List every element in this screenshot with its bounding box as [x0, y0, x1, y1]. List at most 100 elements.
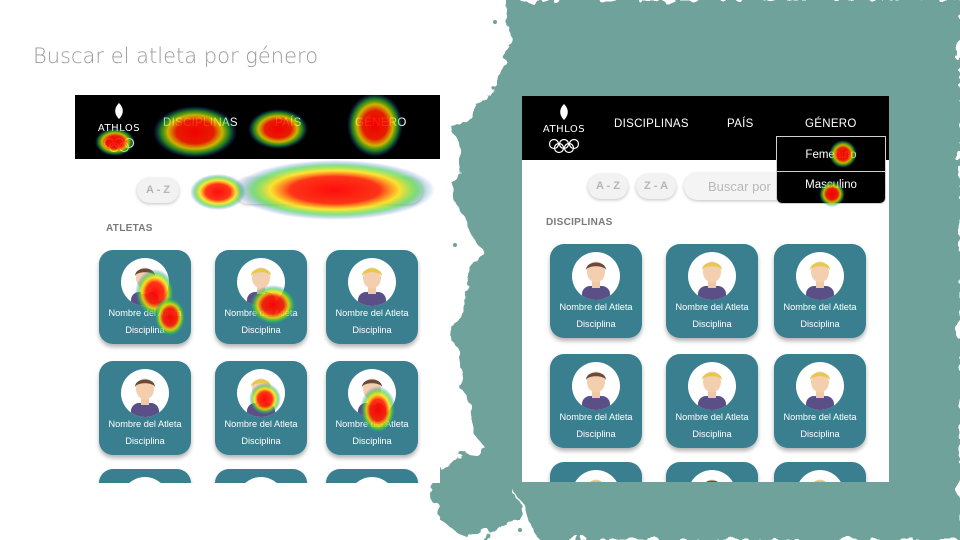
- logo-wordmark: ATHLOS: [542, 124, 586, 135]
- avatar: [796, 252, 844, 300]
- option-femenino[interactable]: Femenino: [777, 149, 885, 161]
- athlete-avatar-icon: [806, 261, 834, 300]
- avatar: [688, 252, 736, 300]
- avatar: [572, 362, 620, 410]
- athlete-avatar-icon: [582, 261, 610, 300]
- avatar: [121, 258, 169, 306]
- athlete-card[interactable]: Nombre del Atleta Disciplina: [99, 250, 191, 344]
- avatar: [796, 470, 844, 482]
- athlete-name: Nombre del Atleta: [108, 308, 182, 318]
- athlete-avatar-icon: [131, 267, 159, 306]
- avatar: [237, 369, 285, 417]
- athlete-card-partial[interactable]: [774, 462, 866, 482]
- athlete-card[interactable]: Nombre del Atleta Disciplina: [215, 361, 307, 455]
- athlete-discipline: Disciplina: [692, 429, 732, 439]
- avatar: [348, 258, 396, 306]
- nav-pais[interactable]: PAÍS: [727, 96, 754, 160]
- avatar: [572, 252, 620, 300]
- nav-genero[interactable]: GÉNERO: [355, 95, 407, 159]
- athlos-logo[interactable]: ATHLOS: [97, 101, 141, 153]
- athlete-card[interactable]: Nombre del Atleta Disciplina: [774, 354, 866, 448]
- athlete-name: Nombre del Atleta: [559, 412, 633, 422]
- athlete-discipline: Disciplina: [125, 325, 165, 335]
- athlete-name: Nombre del Atleta: [783, 412, 857, 422]
- athlete-name: Nombre del Atleta: [783, 302, 857, 312]
- avatar: [237, 477, 285, 483]
- section-label: DISCIPLINAS: [546, 217, 613, 228]
- avatar: [688, 362, 736, 410]
- athlete-avatar-icon: [698, 371, 726, 410]
- athlete-avatar-icon: [237, 477, 285, 483]
- athlete-avatar-icon: [589, 479, 603, 482]
- athlete-avatar-icon: [806, 371, 834, 410]
- avatar: [572, 470, 620, 482]
- athlos-logo[interactable]: ATHLOS: [542, 102, 586, 154]
- athlete-card-partial[interactable]: [326, 469, 418, 483]
- athlete-avatar-icon: [358, 267, 386, 306]
- sort-az-button[interactable]: A - Z: [137, 178, 179, 203]
- athlete-card[interactable]: Nombre del Atleta Disciplina: [666, 244, 758, 338]
- avatar: [348, 369, 396, 417]
- logo-wordmark: ATHLOS: [97, 123, 141, 134]
- slide-title: Buscar el atleta por género: [33, 44, 319, 68]
- athlete-card-partial[interactable]: [99, 469, 191, 483]
- athlete-avatar-icon: [813, 479, 827, 482]
- athlete-card[interactable]: Nombre del Atleta Disciplina: [550, 354, 642, 448]
- navbar: ATHLOS DISCIPLINAS PAÍS GÉNERO: [75, 95, 440, 159]
- athlete-card[interactable]: Nombre del Atleta Disciplina: [326, 361, 418, 455]
- athlete-avatar-icon: [698, 261, 726, 300]
- athlete-avatar-icon: [121, 477, 169, 483]
- athlete-card[interactable]: Nombre del Atleta Disciplina: [326, 250, 418, 344]
- nav-disciplinas[interactable]: DISCIPLINAS: [163, 95, 238, 159]
- athlete-card-partial[interactable]: [550, 462, 642, 482]
- athlete-discipline: Disciplina: [241, 325, 281, 335]
- athlete-discipline: Disciplina: [352, 325, 392, 335]
- avatar: [348, 477, 396, 483]
- nav-pais[interactable]: PAÍS: [275, 95, 302, 159]
- athlete-avatar-icon: [131, 378, 159, 417]
- option-masculino[interactable]: Masculino: [777, 179, 885, 191]
- dropdown-divider: [777, 171, 885, 172]
- athlete-avatar-icon: [247, 267, 275, 306]
- athlete-name: Nombre del Atleta: [224, 308, 298, 318]
- athlete-discipline: Disciplina: [800, 319, 840, 329]
- athlete-card-partial[interactable]: [215, 469, 307, 483]
- athlete-discipline: Disciplina: [352, 436, 392, 446]
- avatar: [796, 362, 844, 410]
- left-app-screen: ATHLOS DISCIPLINAS PAÍS GÉNERO A - Z ATL…: [75, 95, 440, 483]
- athlete-card[interactable]: Nombre del Atleta Disciplina: [215, 250, 307, 344]
- athlete-name: Nombre del Atleta: [675, 302, 749, 312]
- athlete-name: Nombre del Atleta: [559, 302, 633, 312]
- athlete-discipline: Disciplina: [576, 429, 616, 439]
- athlete-avatar-icon: [247, 378, 275, 417]
- avatar: [121, 369, 169, 417]
- athlete-avatar-icon: [705, 479, 719, 482]
- athlete-name: Nombre del Atleta: [108, 419, 182, 429]
- athlete-name: Nombre del Atleta: [335, 419, 409, 429]
- right-app-screen: ATHLOS DISCIPLINAS PAÍS GÉNERO A - Z Z -…: [522, 96, 889, 482]
- athlete-name: Nombre del Atleta: [675, 412, 749, 422]
- athlete-avatar-icon: [348, 477, 396, 483]
- search-input[interactable]: [235, 177, 423, 204]
- nav-disciplinas[interactable]: DISCIPLINAS: [614, 96, 689, 160]
- athlete-name: Nombre del Atleta: [335, 308, 409, 318]
- athlete-card[interactable]: Nombre del Atleta Disciplina: [774, 244, 866, 338]
- section-label: ATLETAS: [106, 223, 153, 234]
- athlete-name: Nombre del Atleta: [224, 419, 298, 429]
- avatar: [688, 470, 736, 482]
- athlete-card[interactable]: Nombre del Atleta Disciplina: [99, 361, 191, 455]
- athlete-discipline: Disciplina: [576, 319, 616, 329]
- athlete-avatar-icon: [358, 378, 386, 417]
- athlete-card-partial[interactable]: [666, 462, 758, 482]
- gender-dropdown: Femenino Masculino: [776, 136, 886, 204]
- athlete-discipline: Disciplina: [800, 429, 840, 439]
- sort-az-button[interactable]: A - Z: [588, 174, 628, 199]
- athlete-card[interactable]: Nombre del Atleta Disciplina: [666, 354, 758, 448]
- athlete-card[interactable]: Nombre del Atleta Disciplina: [550, 244, 642, 338]
- avatar: [121, 477, 169, 483]
- athlete-discipline: Disciplina: [241, 436, 281, 446]
- athlete-discipline: Disciplina: [125, 436, 165, 446]
- athlete-avatar-icon: [582, 371, 610, 410]
- sort-za-button[interactable]: Z - A: [636, 174, 676, 199]
- avatar: [237, 258, 285, 306]
